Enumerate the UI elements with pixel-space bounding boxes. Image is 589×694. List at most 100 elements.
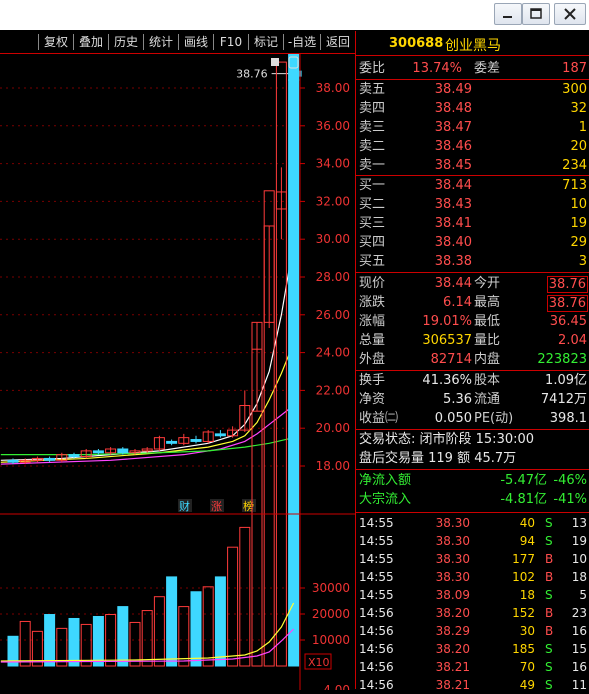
candle-body	[7, 459, 19, 463]
tick-side: S	[545, 516, 553, 530]
bid-price: 38.43	[434, 197, 472, 212]
ask-label: 卖四	[359, 101, 386, 116]
tick-volume: 30	[519, 624, 535, 638]
quote-row-zhangdie: 涨跌 6.14 最高 38.76	[357, 293, 589, 312]
price-axis-label: 24.00	[316, 346, 350, 360]
ask-label: 卖五	[359, 82, 386, 97]
toolbar-diejia-button[interactable]: 叠加	[75, 33, 107, 51]
toolbar-f10-button[interactable]: F10	[215, 33, 247, 51]
tick-volume: 94	[519, 534, 535, 548]
tick-side: S	[545, 534, 553, 548]
liutong-label: 流通	[474, 392, 501, 407]
bid-row[interactable]: 买三 38.41 19	[357, 214, 589, 233]
liutong-value: 7412万	[540, 392, 587, 407]
net-inflow-row: 净流入额 -5.47亿 -46%	[357, 471, 589, 490]
quote-row-shouyi: 收益㈡ 0.050 PE(动) 398.1	[357, 409, 589, 428]
ask-row[interactable]: 卖五 38.49 300	[357, 80, 589, 99]
tick-row[interactable]: 14:56 38.21 70 S 16	[357, 658, 589, 676]
liangbi-value: 2.04	[558, 333, 587, 348]
price-axis-label: 30.00	[316, 232, 350, 246]
tick-row[interactable]: 14:55 38.30 40 S 13	[357, 514, 589, 532]
tick-row[interactable]: 14:55 38.09 18 S 5	[357, 586, 589, 604]
bid-price: 38.41	[434, 216, 472, 231]
ask-row[interactable]: 卖三 38.47 1	[357, 118, 589, 137]
toolbar-separator	[143, 34, 144, 50]
toolbar-huaxian-button[interactable]: 画线	[180, 33, 212, 51]
wei-bi-row: 委比 13.74% 委差 187	[357, 59, 589, 78]
price-axis-label: 36.00	[316, 119, 350, 133]
price-axis-label: 38.00	[316, 81, 350, 95]
bid-label: 买一	[359, 178, 386, 193]
divider	[356, 272, 589, 273]
huanshou-label: 换手	[359, 373, 386, 388]
tick-price: 38.09	[435, 588, 470, 602]
quote-row-zongliang: 总量 306537 量比 2.04	[357, 331, 589, 350]
tick-volume: 18	[519, 588, 535, 602]
ask-row[interactable]: 卖四 38.48 32	[357, 99, 589, 118]
tick-price: 38.30	[435, 516, 470, 530]
candle-body	[117, 448, 129, 454]
wei-bi-label: 委比	[359, 61, 386, 76]
tick-row[interactable]: 14:56 38.29 30 B 16	[357, 622, 589, 640]
tick-volume: 185	[512, 642, 535, 656]
divider	[356, 469, 589, 470]
tick-row[interactable]: 14:56 38.20 185 S 15	[357, 640, 589, 658]
kline-chart[interactable]: 38.76财涨榜 38.0036.0034.0032.0030.0028.002…	[0, 54, 355, 690]
stock-name[interactable]: 创业黑马	[445, 35, 501, 55]
close-button[interactable]	[554, 3, 586, 25]
quote-row-huanshou: 换手 41.36% 股本 1.09亿	[357, 371, 589, 390]
ask-price: 38.49	[434, 82, 472, 97]
candle-body	[44, 457, 56, 461]
toolbar-fuquan-button[interactable]: 复权	[40, 33, 72, 51]
toolbar-lishi-button[interactable]: 历史	[110, 33, 142, 51]
candle-body	[166, 440, 178, 444]
toolbar-biaoji-button[interactable]: 标记	[250, 33, 282, 51]
tick-row[interactable]: 14:55 38.30 177 B 10	[357, 550, 589, 568]
tick-row[interactable]: 14:56 38.20 152 B 23	[357, 604, 589, 622]
tick-price: 38.20	[435, 642, 470, 656]
tick-price: 38.30	[435, 534, 470, 548]
maximize-button[interactable]	[522, 3, 550, 25]
bid-row[interactable]: 买四 38.40 29	[357, 233, 589, 252]
shouyi-value: 0.050	[434, 411, 472, 426]
minimize-icon	[503, 16, 512, 18]
zuigao-value: 38.76	[546, 295, 588, 312]
huanshou-value: 41.36%	[422, 373, 472, 388]
bid-row[interactable]: 买五 38.38 3	[357, 252, 589, 271]
bid-volume: 29	[570, 235, 587, 250]
tick-price: 38.21	[435, 678, 470, 692]
price-axis-label: 20.00	[316, 421, 350, 435]
zhangfu-value: 19.01%	[422, 314, 472, 329]
xianjia-value: 38.44	[434, 276, 472, 291]
bid-row[interactable]: 买二 38.43 10	[357, 195, 589, 214]
ask-price: 38.46	[434, 139, 472, 154]
quote-row-jingzi: 净资 5.36 流通 7412万	[357, 390, 589, 409]
toolbar-zixuan-button[interactable]: -自选	[284, 33, 320, 51]
tick-row[interactable]: 14:55 38.30 94 S 19	[357, 532, 589, 550]
volume-axis-label: 30000	[312, 581, 350, 595]
toolbar-separator	[108, 34, 109, 50]
bid-row[interactable]: 买一 38.44 713	[357, 176, 589, 195]
volume-bar	[202, 586, 214, 667]
bid-label: 买四	[359, 235, 386, 250]
bid-label: 买二	[359, 197, 386, 212]
trade-status-text: 交易状态: 闭市阶段 15:30:00	[359, 432, 535, 447]
ask-row[interactable]: 卖二 38.46 20	[357, 137, 589, 156]
big-inflow-label: 大宗流入	[359, 492, 412, 507]
chart-toolbar: 复权 叠加 历史 统计 画线 F10 标记 -自选 返回	[0, 31, 355, 53]
candle-body	[214, 433, 226, 437]
volume-bar	[227, 546, 239, 667]
tick-count: 11	[571, 678, 587, 692]
after-hours-text: 盘后交易量 119 额 45.7万	[359, 451, 517, 466]
volume-bar	[141, 610, 153, 667]
tick-row[interactable]: 14:56 38.21 49 S 11	[357, 676, 589, 694]
divider	[356, 512, 589, 513]
toolbar-tongji-button[interactable]: 统计	[145, 33, 177, 51]
price-axis-label: 26.00	[316, 308, 350, 322]
minimize-button[interactable]	[494, 3, 522, 25]
toolbar-fanhui-button[interactable]: 返回	[322, 33, 354, 51]
tick-time: 14:56	[359, 606, 394, 620]
tick-row[interactable]: 14:55 38.30 102 B 18	[357, 568, 589, 586]
ask-row[interactable]: 卖一 38.45 234	[357, 156, 589, 175]
tick-side: B	[545, 624, 554, 638]
